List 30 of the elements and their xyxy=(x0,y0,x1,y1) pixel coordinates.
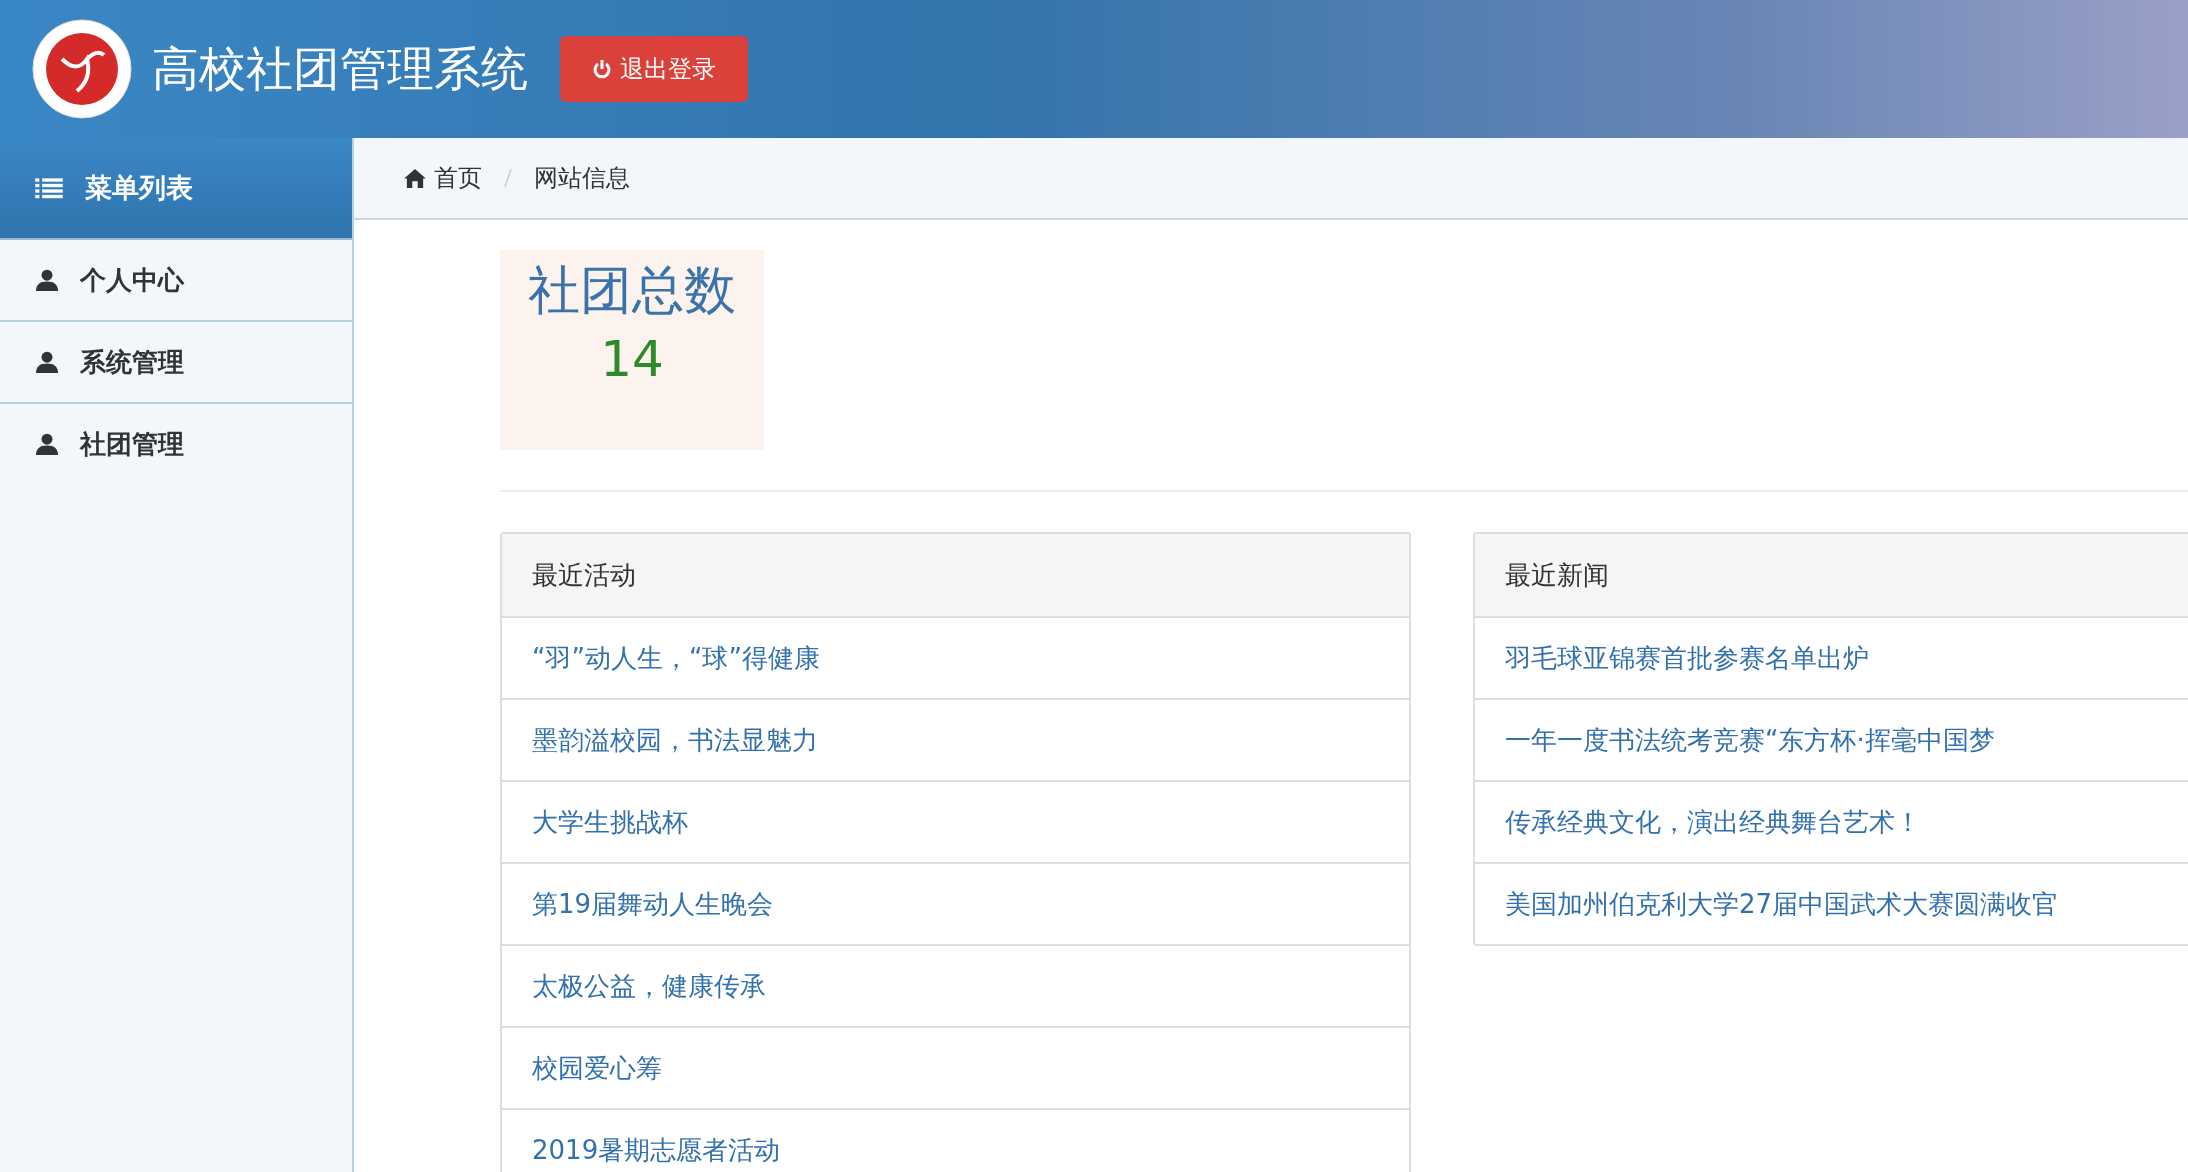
sidebar-item[interactable]: 系统管理 xyxy=(0,322,352,404)
list-item-link[interactable]: 一年一度书法统考竞赛“东方杯·挥毫中国梦 xyxy=(1475,700,2188,782)
list-item-link[interactable]: 大学生挑战杯 xyxy=(502,782,1409,864)
list-item-link[interactable]: 校园爱心筹 xyxy=(502,1028,1409,1110)
breadcrumb-item[interactable]: 首页 xyxy=(434,162,482,194)
sidebar-item[interactable]: 社团管理 xyxy=(0,404,352,484)
stat-label: 社团总数 xyxy=(528,259,736,322)
app-title: 高校社团管理系统 xyxy=(152,39,528,98)
list-item-link[interactable]: 美国加州伯克利大学27届中国武术大赛圆满收官 xyxy=(1475,864,2188,944)
list-item-link[interactable]: 传承经典文化，演出经典舞台艺术！ xyxy=(1475,782,2188,864)
list-icon xyxy=(35,177,63,199)
breadcrumb-separator xyxy=(504,168,512,188)
power-icon xyxy=(592,59,612,79)
list-item-link[interactable]: “羽”动人生，“球”得健康 xyxy=(502,618,1409,700)
home-icon xyxy=(404,168,426,188)
list-item-link[interactable]: 墨韵溢校园，书法显魅力 xyxy=(502,700,1409,782)
list-item-link[interactable]: 第19届舞动人生晚会 xyxy=(502,864,1409,946)
stat-value: 14 xyxy=(600,330,664,388)
user-icon xyxy=(36,269,58,291)
panel-title: 最近活动 xyxy=(502,534,1409,618)
menu-heading-text: 菜单列表 xyxy=(85,171,193,205)
list-item-link[interactable]: 羽毛球亚锦赛首批参赛名单出炉 xyxy=(1475,618,2188,700)
list-item-link[interactable]: 2019暑期志愿者活动 xyxy=(502,1110,1409,1172)
breadcrumb-item: 网站信息 xyxy=(534,163,630,194)
list-item-link[interactable]: 太极公益，健康传承 xyxy=(502,946,1409,1028)
logout-button[interactable]: 退出登录 xyxy=(560,36,748,102)
user-icon xyxy=(36,351,58,373)
user-icon xyxy=(36,433,58,455)
panel-title: 最近新闻 xyxy=(1475,534,2188,618)
sidebar-item[interactable]: 个人中心 xyxy=(0,240,352,322)
